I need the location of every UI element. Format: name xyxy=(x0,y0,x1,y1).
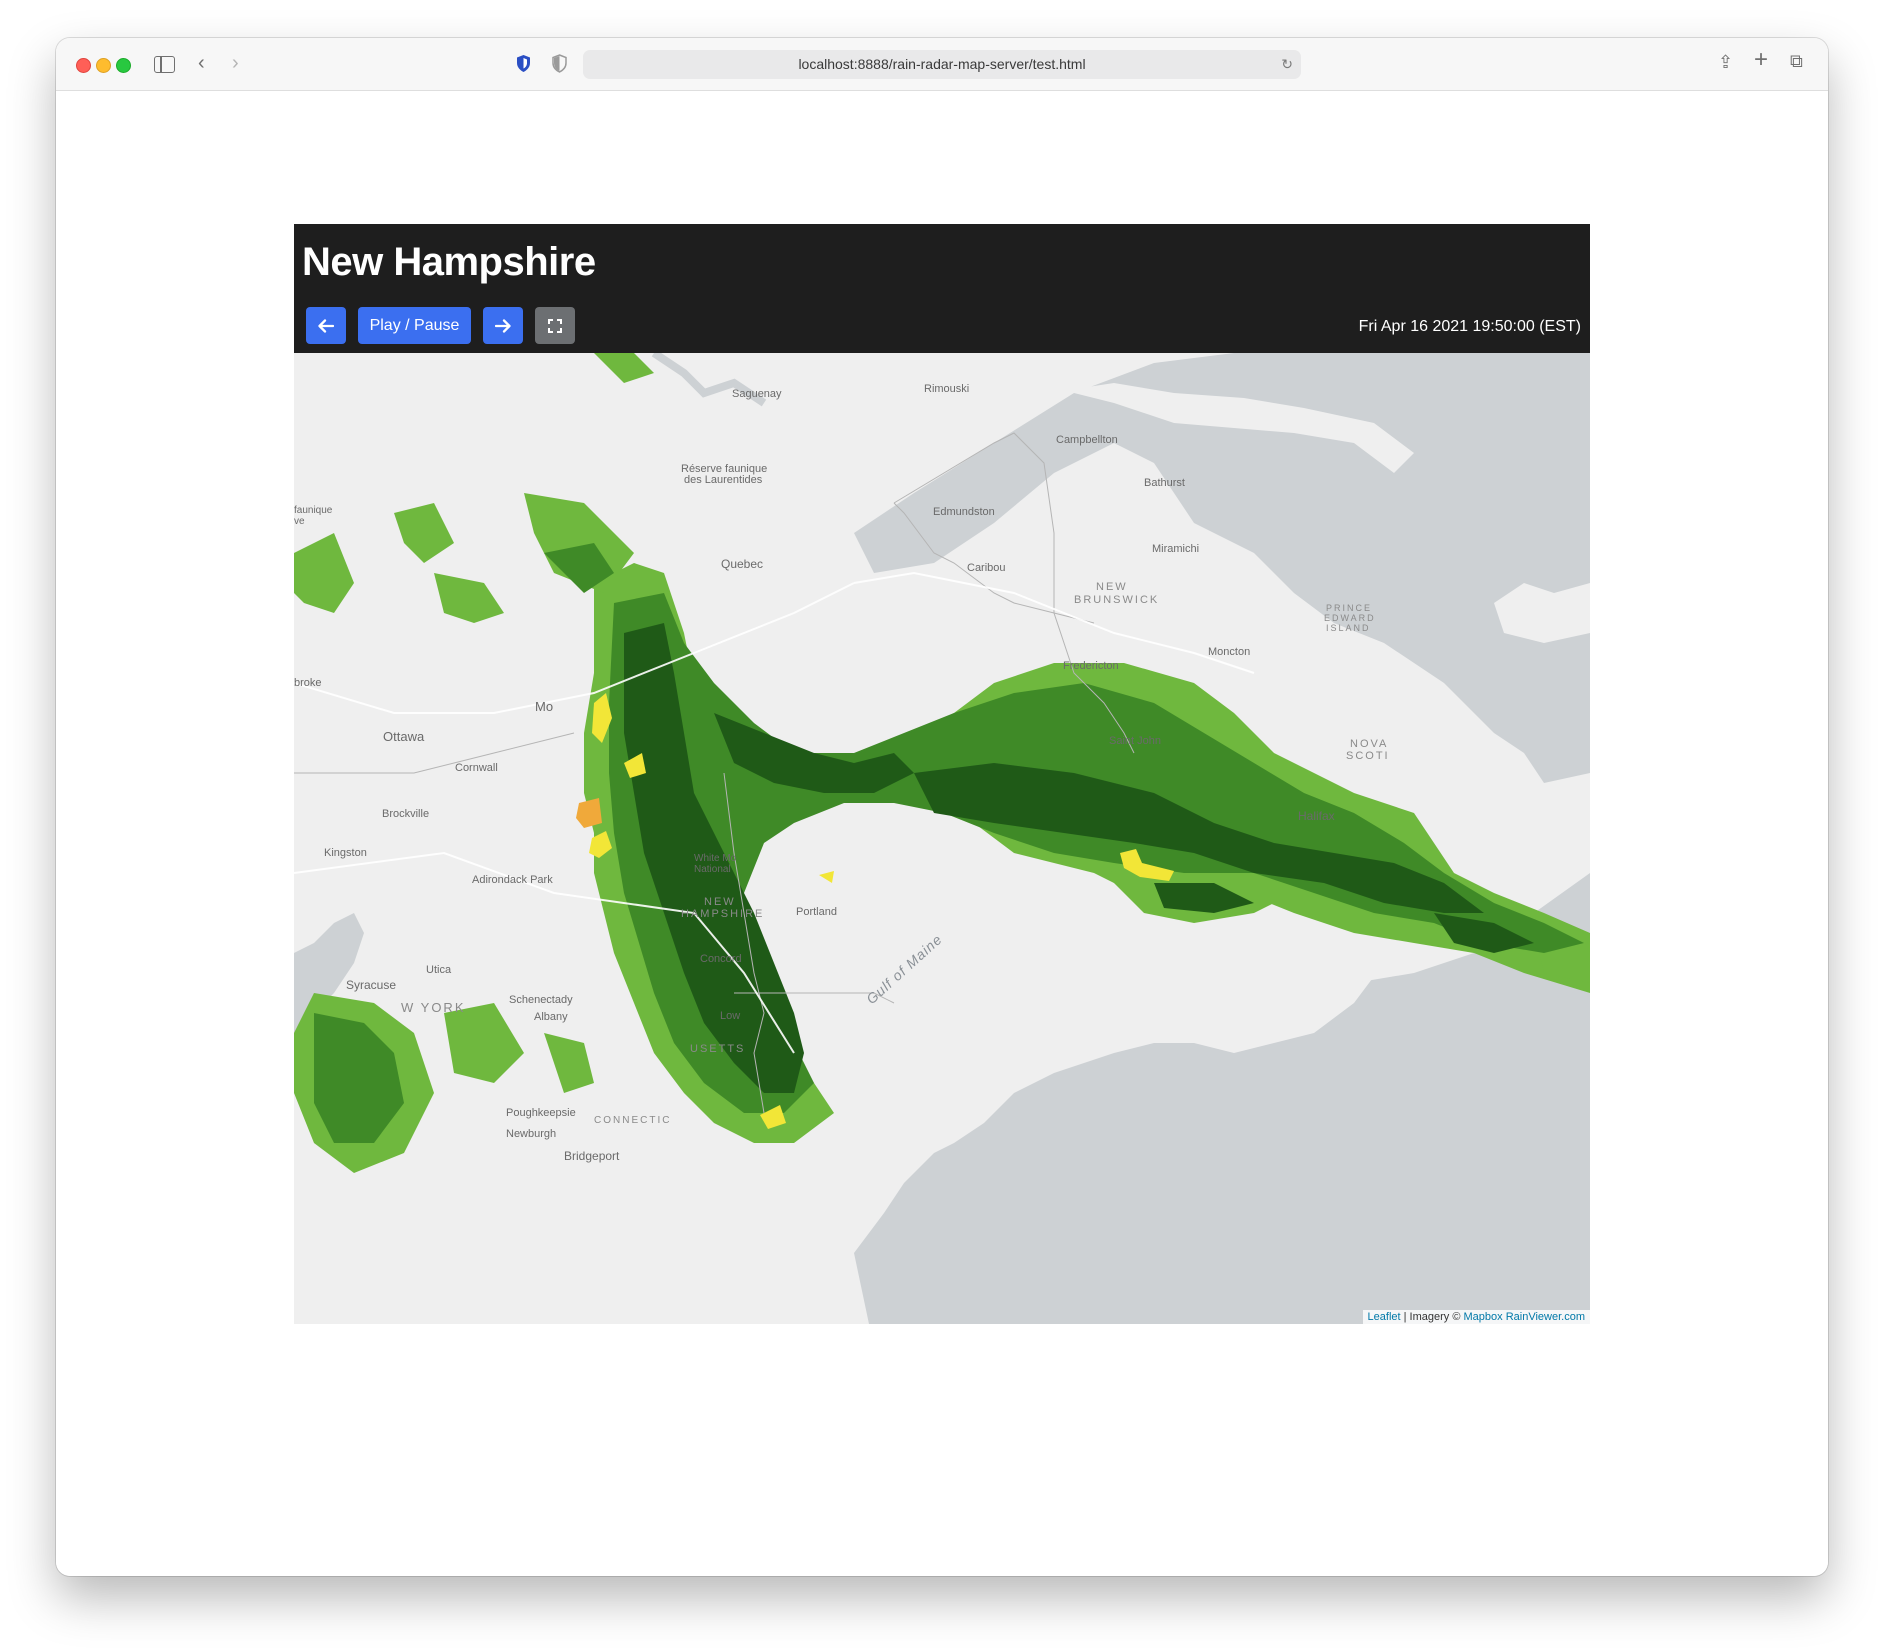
address-bar[interactable]: localhost:8888/rain-radar-map-server/tes… xyxy=(583,50,1301,79)
label-portland: Portland xyxy=(796,906,837,918)
radar-panel: New Hampshire Play / Pause Fri Apr 16 20… xyxy=(294,224,1590,1324)
content-blocker-icon[interactable] xyxy=(552,54,567,73)
label-nova-scotia-2: SCOTI xyxy=(1346,750,1390,762)
back-icon[interactable]: ‹ xyxy=(198,53,205,73)
label-faunique-1: faunique xyxy=(294,505,333,516)
label-utica: Utica xyxy=(426,964,452,976)
label-reserve2: des Laurentides xyxy=(684,474,763,486)
label-new-brunswick-1: NEW xyxy=(1096,581,1128,593)
label-cornwall: Cornwall xyxy=(455,762,498,774)
browser-toolbar: ‹ › localhost:8888/rain-radar-map-server… xyxy=(56,38,1828,91)
label-new-brunswick-2: BRUNSWICK xyxy=(1074,594,1160,606)
label-halifax: Halifax xyxy=(1298,809,1335,823)
label-schenectady: Schenectady xyxy=(509,994,573,1006)
label-newburgh: Newburgh xyxy=(506,1128,557,1140)
label-poughkeepsie: Poughkeepsie xyxy=(506,1107,576,1119)
label-pembroke: broke xyxy=(294,677,322,689)
share-icon[interactable]: ⇪ xyxy=(1718,52,1733,72)
radar-header: New Hampshire Play / Pause Fri Apr 16 20… xyxy=(294,224,1590,353)
radar-map[interactable]: Saguenay Rimouski Campbellton Bathurst R… xyxy=(294,353,1590,1324)
radar-timestamp: Fri Apr 16 2021 19:50:00 (EST) xyxy=(1358,318,1581,335)
privacy-shield-icon[interactable] xyxy=(516,54,531,73)
play-pause-button[interactable]: Play / Pause xyxy=(358,307,471,344)
map-tiles xyxy=(294,353,1590,1324)
previous-frame-button[interactable] xyxy=(306,307,346,344)
label-rimouski: Rimouski xyxy=(924,383,970,395)
next-frame-button[interactable] xyxy=(483,307,523,344)
label-concord: Concord xyxy=(700,953,742,965)
zoom-window-button[interactable] xyxy=(116,58,131,73)
minimize-window-button[interactable] xyxy=(96,58,111,73)
label-montreal: Mo xyxy=(535,699,554,714)
rainviewer-link[interactable]: RainViewer.com xyxy=(1506,1311,1585,1323)
page-content: New Hampshire Play / Pause Fri Apr 16 20… xyxy=(56,91,1828,1576)
sidebar-toggle-icon[interactable] xyxy=(154,56,175,73)
page-title: New Hampshire xyxy=(302,240,596,284)
label-brockville: Brockville xyxy=(382,808,430,820)
label-fredericton: Fredericton xyxy=(1063,660,1119,672)
arrow-left-icon xyxy=(318,318,334,333)
label-bathurst: Bathurst xyxy=(1144,477,1185,489)
label-syracuse: Syracuse xyxy=(346,978,397,992)
label-quebec: Quebec xyxy=(721,557,764,571)
close-window-button[interactable] xyxy=(76,58,91,73)
label-faunique-2: ve xyxy=(294,516,305,527)
mapbox-link[interactable]: Mapbox xyxy=(1464,1311,1503,1323)
label-pei-1: PRINCE xyxy=(1326,603,1373,613)
label-nova-scotia-1: NOVA xyxy=(1350,738,1389,750)
label-edmundston: Edmundston xyxy=(933,506,995,518)
label-new-york: W YORK xyxy=(401,1000,466,1015)
label-saguenay: Saguenay xyxy=(732,388,782,400)
label-massachusetts: USETTS xyxy=(690,1043,746,1055)
map-attribution: Leaflet | Imagery © Mapbox RainViewer.co… xyxy=(1362,1310,1590,1324)
label-white-mountain-2: National xyxy=(694,864,731,875)
label-saint-john: Saint John xyxy=(1109,735,1161,747)
label-pei-3: ISLAND xyxy=(1326,623,1371,633)
label-white-mountain-1: White Mo xyxy=(694,853,737,864)
label-bridgeport: Bridgeport xyxy=(564,1149,620,1163)
label-campbellton: Campbellton xyxy=(1056,434,1118,446)
label-new-hampshire-2: HAMPSHIRE xyxy=(681,908,765,920)
label-albany: Albany xyxy=(534,1011,568,1023)
label-kingston: Kingston xyxy=(324,847,367,859)
label-new-hampshire-1: NEW xyxy=(704,896,736,908)
forward-icon[interactable]: › xyxy=(232,53,239,73)
label-caribou: Caribou xyxy=(967,562,1006,574)
new-tab-icon[interactable]: + xyxy=(1754,48,1768,72)
label-pei-2: EDWARD xyxy=(1324,613,1376,623)
label-connecticut: CONNECTIC xyxy=(594,1115,672,1126)
tab-overview-icon[interactable]: ⧉ xyxy=(1790,51,1803,71)
label-lowell: Low xyxy=(720,1010,741,1022)
arrow-right-icon xyxy=(495,318,511,333)
url-text: localhost:8888/rain-radar-map-server/tes… xyxy=(798,56,1086,72)
label-miramichi: Miramichi xyxy=(1152,543,1200,555)
leaflet-link[interactable]: Leaflet xyxy=(1368,1311,1401,1323)
fullscreen-button[interactable] xyxy=(535,307,575,344)
label-adirondack: Adirondack Park xyxy=(472,874,553,886)
imagery-text: | Imagery © xyxy=(1400,1311,1464,1323)
browser-window: ‹ › localhost:8888/rain-radar-map-server… xyxy=(56,38,1828,1576)
label-moncton: Moncton xyxy=(1208,646,1251,658)
label-ottawa: Ottawa xyxy=(383,729,425,744)
reload-icon[interactable]: ↻ xyxy=(1281,54,1293,74)
fullscreen-icon xyxy=(548,318,562,333)
